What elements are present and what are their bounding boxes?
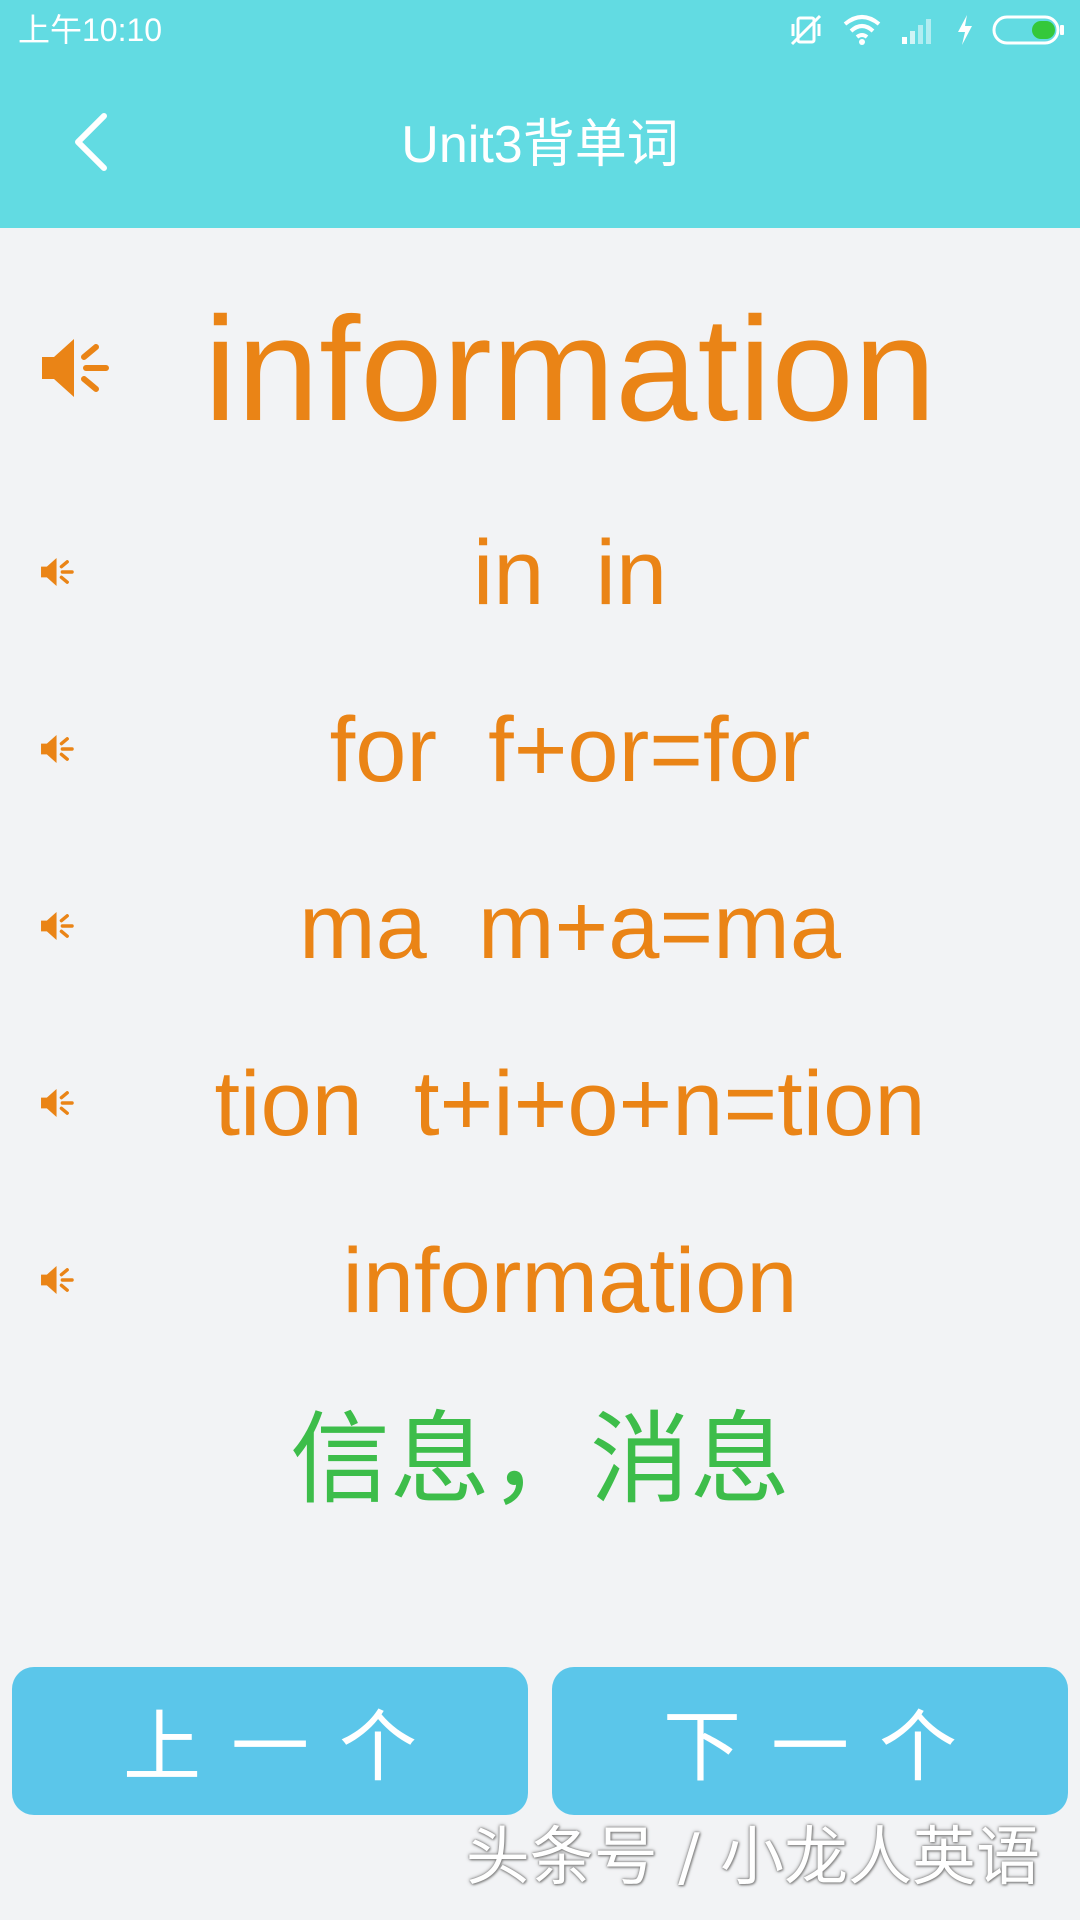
watermark: 头条号 / 小龙人英语 [465,1821,1040,1895]
syllable-row: information [0,1226,1080,1336]
previous-button[interactable]: 上一个 [12,1667,528,1815]
syllable-row: in in [0,518,1080,628]
syllable-row: ma m+a=ma [0,872,1080,982]
speaker-icon[interactable] [40,1264,76,1300]
speaker-icon[interactable] [40,910,76,946]
status-time: 上午10:10 [18,12,163,48]
syllable-text: tion t+i+o+n=tion [214,1053,926,1155]
speaker-icon[interactable] [40,556,76,592]
syllable-row: for f+or=for [0,695,1080,805]
word-meaning: 信息，消息 [290,1401,790,1518]
syllable-text: in in [472,522,668,624]
speaker-icon[interactable] [40,1087,76,1123]
syllable-text: ma m+a=ma [299,876,841,978]
speaker-icon[interactable] [40,335,114,405]
page-title: Unit3背单词 [401,116,679,174]
syllable-text: for f+or=for [329,699,811,801]
main-word: information [203,287,937,452]
syllable-row: tion t+i+o+n=tion [0,1049,1080,1159]
main-word-row: information [0,285,1080,455]
next-button[interactable]: 下一个 [552,1667,1068,1815]
battery-icon [992,14,1066,46]
wifi-icon [842,14,882,46]
charging-icon [956,14,974,46]
syllable-text: information [342,1230,798,1332]
signal-icon [900,15,938,45]
status-icons [788,8,1066,52]
mute-vibrate-icon [788,12,824,48]
speaker-icon[interactable] [40,733,76,769]
app-header: 上午10:10 Unit3背单词 [0,0,1080,228]
